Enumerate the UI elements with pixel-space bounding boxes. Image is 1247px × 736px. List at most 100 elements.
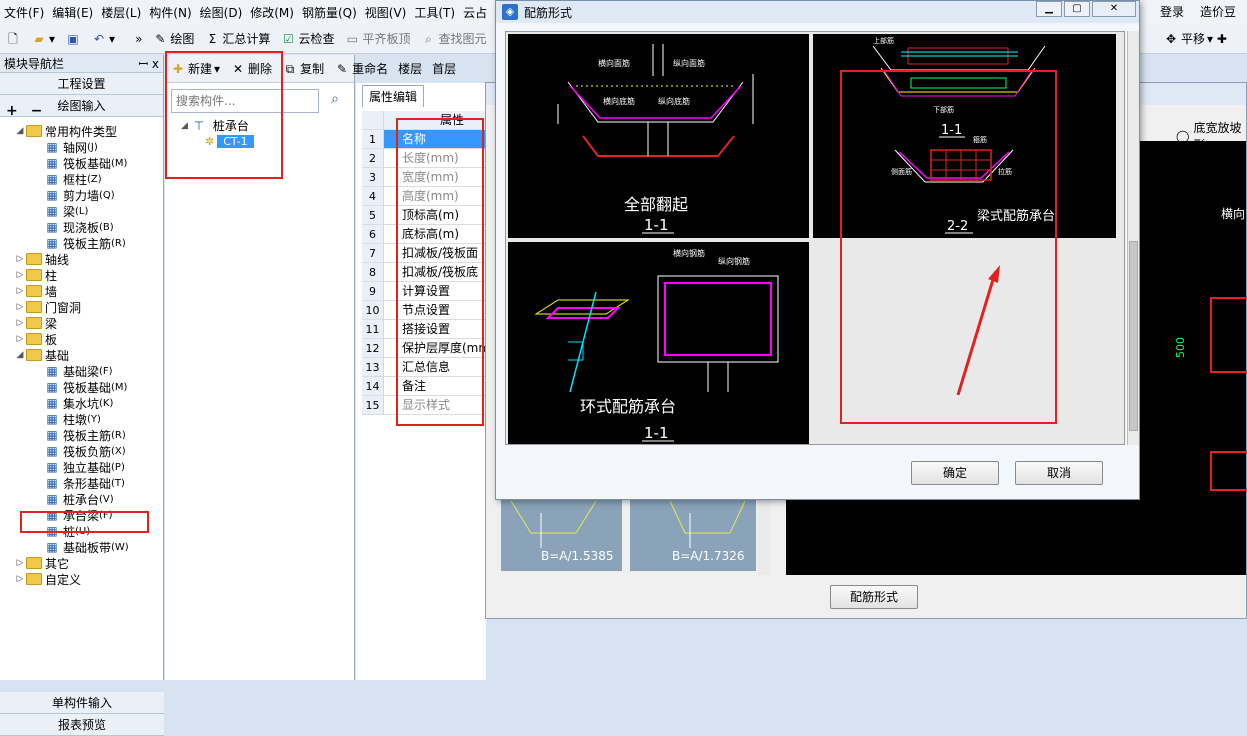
- nav-section-report-preview[interactable]: 报表预览: [0, 714, 164, 736]
- expanded-triangle-icon[interactable]: ◢: [14, 350, 26, 360]
- property-row[interactable]: 2 长度(mm): [362, 149, 486, 168]
- collapsed-triangle-icon[interactable]: ▷: [14, 334, 26, 344]
- menu-item[interactable]: 修改(M): [246, 4, 298, 21]
- cloud-check-button[interactable]: ☑ 云检查: [275, 30, 339, 47]
- collapsed-triangle-icon[interactable]: ▷: [14, 286, 26, 296]
- tree-item[interactable]: ▦ 筏板基础 (M): [0, 379, 164, 395]
- floor-select[interactable]: 首层: [427, 60, 461, 77]
- tree-item[interactable]: ▦ 基础板带 (W): [0, 539, 164, 555]
- open-button[interactable]: ▰ ▾: [26, 31, 60, 47]
- tree-item-ct1[interactable]: ✲ CT-1: [205, 135, 254, 148]
- property-row[interactable]: 5 顶标高(m): [362, 206, 486, 225]
- menu-item[interactable]: 云占: [459, 4, 491, 21]
- tree-item[interactable]: ▦ 筏板负筋 (X): [0, 443, 164, 459]
- thumbnail-option-1[interactable]: B=A/1.5385: [501, 493, 622, 571]
- option-full-bent-up[interactable]: 横向面筋 纵向面筋 横向底筋 纵向底筋 全部翻起 1-1: [508, 34, 809, 238]
- collapsed-triangle-icon[interactable]: ▷: [14, 254, 26, 264]
- gallery-scrollbar[interactable]: [1127, 31, 1139, 445]
- summary-calc-button[interactable]: Σ 汇总计算: [199, 30, 275, 47]
- minimize-button[interactable]: ▁: [1036, 1, 1062, 17]
- tree-folder[interactable]: ▷ 其它: [0, 555, 164, 571]
- menu-item[interactable]: 工具(T): [410, 4, 459, 21]
- tree-item[interactable]: ▦ 筏板基础 (M): [0, 155, 164, 171]
- property-row[interactable]: 9 计算设置: [362, 282, 486, 301]
- thumbnail-scrollbar[interactable]: [758, 493, 770, 575]
- option-beam-type-pile-cap[interactable]: 上部筋 下部筋 1-1 箍筋 侧面筋 拉筋 2-2 梁式配筋承台: [813, 34, 1116, 238]
- tree-folder[interactable]: ▷ 门窗洞: [0, 299, 164, 315]
- delete-component-button[interactable]: ✕ 删除: [225, 60, 277, 77]
- menu-item[interactable]: 楼层(L): [97, 4, 145, 21]
- expand-collapse-icons[interactable]: + −: [6, 103, 46, 119]
- property-row[interactable]: 1 名称: [362, 130, 486, 149]
- option-ring-type-pile-cap[interactable]: 横向钢筋 纵向钢筋 环式配筋承台 1-1: [508, 242, 809, 444]
- ok-button[interactable]: 确定: [911, 461, 999, 485]
- draw-button[interactable]: ✎ 绘图: [147, 30, 199, 47]
- nav-section-single-component[interactable]: 单构件输入: [0, 692, 164, 714]
- menu-item[interactable]: 绘图(D): [196, 4, 247, 21]
- tree-folder[interactable]: ◢ 常用构件类型: [0, 123, 164, 139]
- property-row[interactable]: 4 高度(mm): [362, 187, 486, 206]
- tree-folder[interactable]: ▷ 轴线: [0, 251, 164, 267]
- property-row[interactable]: 3 宽度(mm): [362, 168, 486, 187]
- bean-link[interactable]: 造价豆: [1196, 3, 1240, 20]
- tree-item[interactable]: ▦ 筏板主筋 (R): [0, 427, 164, 443]
- collapsed-triangle-icon[interactable]: ▷: [14, 270, 26, 280]
- collapsed-triangle-icon[interactable]: ▷: [14, 318, 26, 328]
- collapsed-triangle-icon[interactable]: ▷: [14, 574, 26, 584]
- align-slab-top-button[interactable]: ▭ 平齐板顶: [339, 30, 415, 47]
- property-row[interactable]: 14 备注: [362, 377, 486, 396]
- tree-folder[interactable]: ◢ 基础: [0, 347, 164, 363]
- property-row[interactable]: 15 显示样式: [362, 396, 486, 415]
- property-row[interactable]: 10 节点设置: [362, 301, 486, 320]
- tree-folder[interactable]: ▷ 自定义: [0, 571, 164, 587]
- search-component-input[interactable]: [171, 89, 319, 113]
- property-row[interactable]: 6 底标高(m): [362, 225, 486, 244]
- rename-component-button[interactable]: ✎ 重命名: [329, 60, 393, 77]
- collapse-triangle-icon[interactable]: ◢: [181, 121, 188, 131]
- tree-item[interactable]: ▦ 独立基础 (P): [0, 459, 164, 475]
- search-icon[interactable]: ⌕: [325, 91, 345, 111]
- tree-item[interactable]: ▦ 桩 (U): [0, 523, 164, 539]
- maximize-button[interactable]: ▢: [1064, 1, 1090, 17]
- tree-item[interactable]: ▦ 轴网 (J): [0, 139, 164, 155]
- find-element-button[interactable]: ⌕ 查找图元: [415, 30, 491, 47]
- tree-folder[interactable]: ▷ 墙: [0, 283, 164, 299]
- more-button[interactable]: »: [130, 32, 147, 46]
- tree-item[interactable]: ▦ 承台梁 (F): [0, 507, 164, 523]
- login-link[interactable]: 登录: [1156, 3, 1188, 20]
- property-row[interactable]: 13 汇总信息: [362, 358, 486, 377]
- tree-item[interactable]: ▦ 框柱 (Z): [0, 171, 164, 187]
- property-row[interactable]: 11 搭接设置: [362, 320, 486, 339]
- tree-folder[interactable]: ▷ 柱: [0, 267, 164, 283]
- nav-section-project-settings[interactable]: 工程设置: [0, 73, 163, 95]
- menu-item[interactable]: 视图(V): [361, 4, 411, 21]
- tree-item[interactable]: ▦ 筏板主筋 (R): [0, 235, 164, 251]
- tree-item[interactable]: ▦ 现浇板 (B): [0, 219, 164, 235]
- pan-button[interactable]: ✥ 平移 ▾ ✚: [1158, 30, 1232, 47]
- save-button[interactable]: ▣: [60, 31, 86, 47]
- tree-folder[interactable]: ▷ 梁: [0, 315, 164, 331]
- reinforcement-form-button[interactable]: 配筋形式: [830, 585, 918, 609]
- tree-item[interactable]: ▦ 梁 (L): [0, 203, 164, 219]
- tree-item[interactable]: ▦ 条形基础 (T): [0, 475, 164, 491]
- tree-item[interactable]: ▦ 基础梁 (F): [0, 363, 164, 379]
- menu-item[interactable]: 构件(N): [145, 4, 195, 21]
- pin-close-icon[interactable]: ꟷ x: [138, 55, 159, 72]
- new-file-button[interactable]: 🗋: [0, 31, 26, 47]
- property-row[interactable]: 12 保护层厚度(mm: [362, 339, 486, 358]
- menu-item[interactable]: 编辑(E): [48, 4, 97, 21]
- tree-item[interactable]: ▦ 剪力墙 (Q): [0, 187, 164, 203]
- property-row[interactable]: 8 扣减板/筏板底: [362, 263, 486, 282]
- cancel-button[interactable]: 取消: [1015, 461, 1103, 485]
- property-row[interactable]: 7 扣减板/筏板面: [362, 244, 486, 263]
- tree-item[interactable]: ▦ 桩承台 (V): [0, 491, 164, 507]
- collapsed-triangle-icon[interactable]: ▷: [14, 558, 26, 568]
- tab-property-edit[interactable]: 属性编辑: [362, 85, 424, 107]
- tree-item[interactable]: ▦ 柱墩 (Y): [0, 411, 164, 427]
- new-component-button[interactable]: ✚ 新建 ▾: [165, 60, 225, 77]
- tree-root-pile-cap[interactable]: ◢ ⊤ 桩承台: [181, 117, 249, 134]
- copy-component-button[interactable]: ⧉ 复制: [277, 60, 329, 77]
- scrollbar-thumb[interactable]: [1129, 241, 1138, 431]
- tree-item[interactable]: ▦ 集水坑 (K): [0, 395, 164, 411]
- thumbnail-option-2[interactable]: B=A/1.7326: [630, 493, 756, 571]
